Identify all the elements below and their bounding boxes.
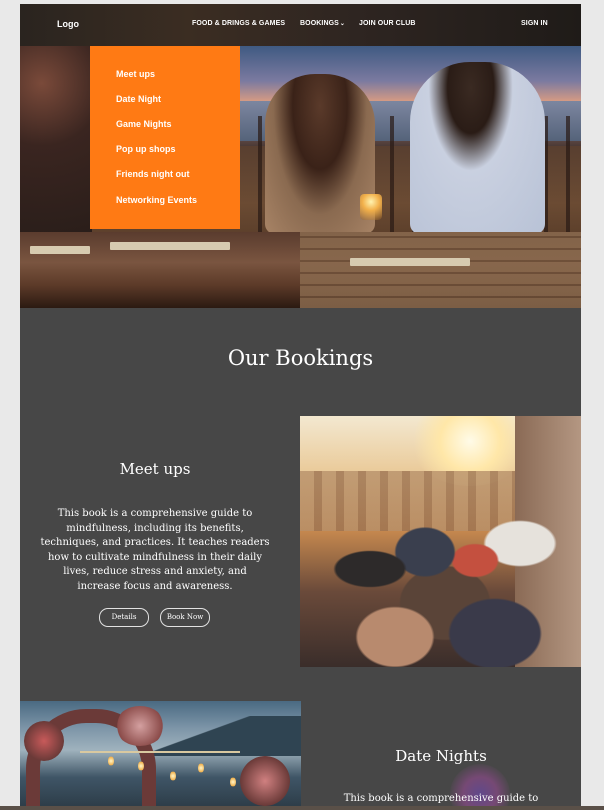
- hero-blur-left: [20, 46, 92, 232]
- photo-flowers: [24, 721, 64, 761]
- photo-bulb: [108, 756, 114, 766]
- photo-bulb: [138, 761, 144, 771]
- details-button[interactable]: Details: [99, 608, 149, 627]
- nav-link-food-drinks-games[interactable]: FOOD & DRINGS & GAMES: [192, 20, 285, 27]
- hero-table: [110, 242, 230, 250]
- photo-group-of-friends: [320, 501, 570, 667]
- description-line: lives, reduce stress and anxiety, and: [63, 566, 247, 577]
- photo-bulb: [230, 777, 236, 787]
- hero-candle: [360, 194, 382, 220]
- card-title-date-nights: Date Nights: [395, 747, 487, 765]
- nav-link-join-our-club[interactable]: JOIN OUR CLUB: [359, 20, 416, 27]
- dropdown-item-meet-ups[interactable]: Meet ups: [116, 69, 155, 79]
- nav-link-bookings-label: BOOKINGS: [300, 20, 339, 27]
- hero-table: [30, 246, 90, 254]
- hero-image: Meet ups Date Night Game Nights Pop up s…: [20, 46, 581, 308]
- bottom-strip: [0, 806, 604, 810]
- hero-brick-wall: [300, 232, 581, 308]
- dropdown-item-pop-up-shops[interactable]: Pop up shops: [116, 144, 176, 154]
- description-line: This book is a comprehensive guide to: [57, 508, 253, 519]
- dropdown-item-networking-events[interactable]: Networking Events: [116, 195, 197, 205]
- description-line: mindfulness, including its benefits,: [66, 522, 244, 534]
- card-title-meet-ups: Meet ups: [119, 460, 191, 478]
- logo[interactable]: Logo: [57, 19, 79, 29]
- top-nav: Logo FOOD & DRINGS & GAMES BOOKINGS⌄ JOI…: [20, 4, 581, 46]
- photo-flowers: [240, 756, 290, 806]
- description-line: increase focus and awareness.: [77, 580, 233, 592]
- card-description-meet-ups: This book is a comprehensive guide to mi…: [20, 507, 290, 594]
- page-frame: Logo FOOD & DRINGS & GAMES BOOKINGS⌄ JOI…: [20, 4, 581, 810]
- photo-flowers: [115, 706, 165, 746]
- photo-bulb: [198, 763, 204, 773]
- description-line: techniques, and practices. It teaches re…: [40, 537, 270, 548]
- date-nights-photo: [20, 701, 301, 810]
- hero-woman: [265, 74, 375, 234]
- photo-string-lights: [80, 751, 240, 753]
- bookings-dropdown-menu: Meet ups Date Night Game Nights Pop up s…: [90, 46, 240, 229]
- meet-ups-photo: [300, 416, 581, 667]
- section-title: Our Bookings: [227, 346, 374, 370]
- hero-man: [410, 62, 545, 234]
- chevron-down-icon: ⌄: [339, 21, 346, 27]
- dropdown-item-game-nights[interactable]: Game Nights: [116, 119, 172, 129]
- sign-in-link[interactable]: SIGN IN: [521, 20, 548, 27]
- card-description-date-nights: This book is a comprehensive guide to: [343, 793, 539, 804]
- dropdown-item-friends-night-out[interactable]: Friends night out: [116, 169, 190, 179]
- hero-table: [350, 258, 470, 266]
- dropdown-item-date-night[interactable]: Date Night: [116, 94, 161, 104]
- nav-link-bookings[interactable]: BOOKINGS⌄: [300, 20, 345, 27]
- photo-bulb: [170, 771, 176, 781]
- description-line: how to cultivate mindfulness in their da…: [47, 551, 263, 563]
- book-now-button[interactable]: Book Now: [160, 608, 210, 627]
